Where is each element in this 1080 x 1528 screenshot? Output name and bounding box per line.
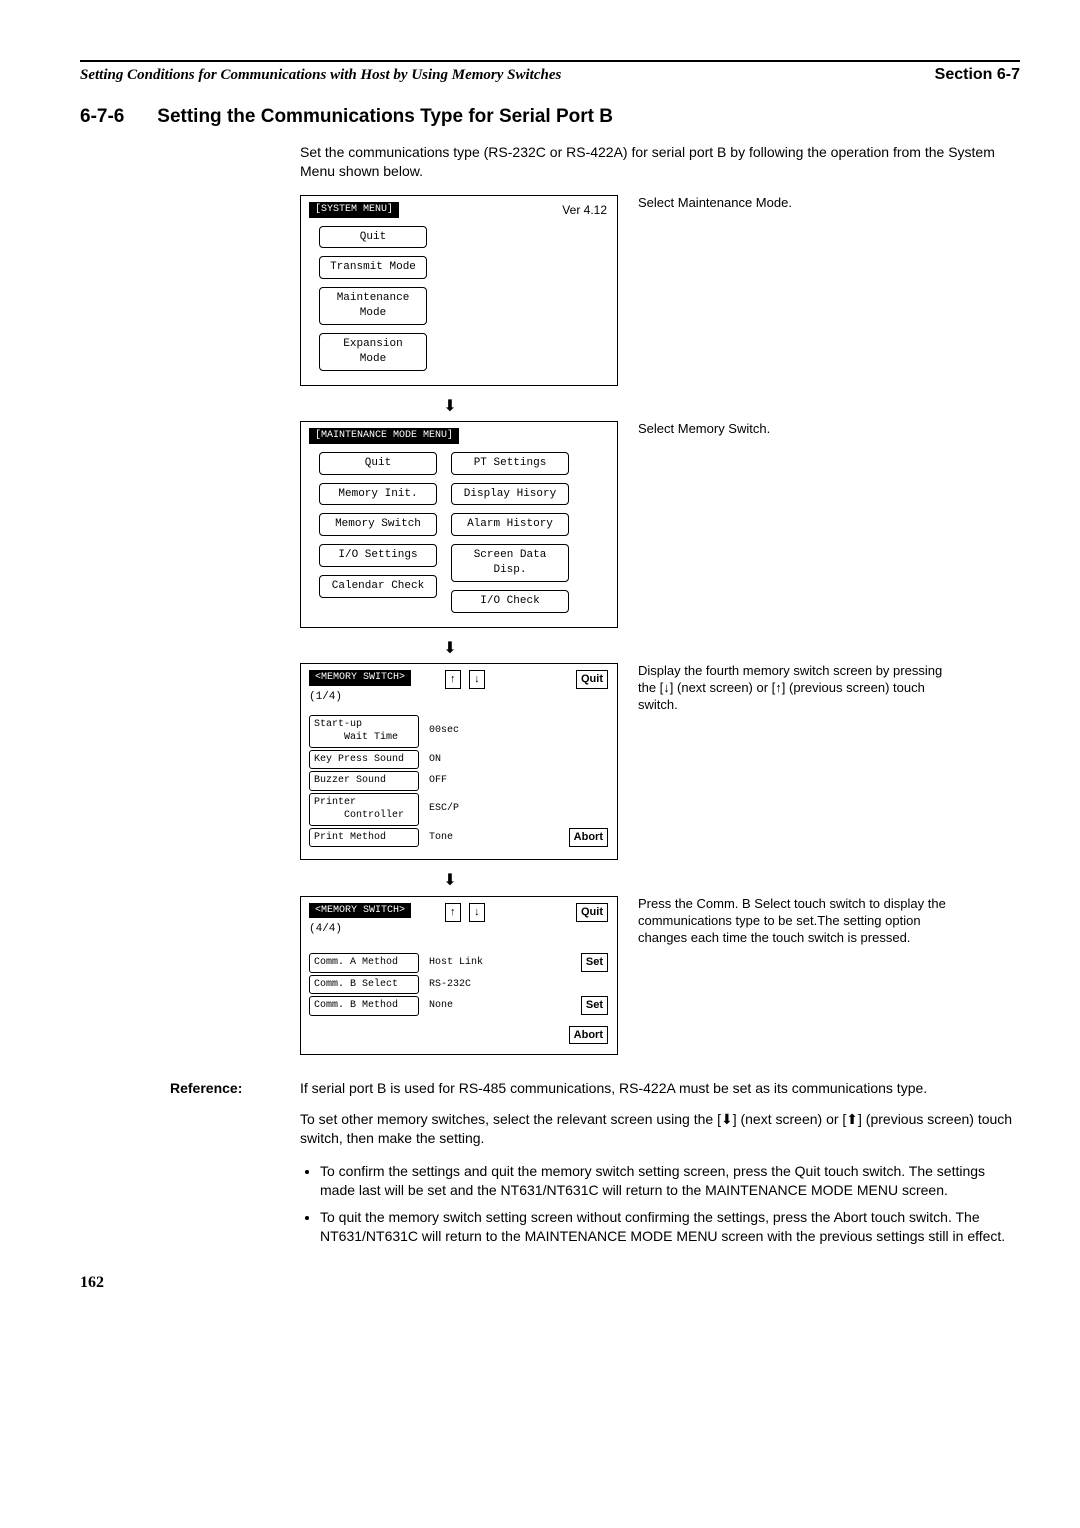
screen-data-disp-button[interactable]: Screen Data Disp. [451,544,569,582]
screen2-title: [MAINTENANCE MODE MENU] [309,428,459,444]
abort-button[interactable]: Abort [569,828,608,847]
header-right: Section 6-7 [935,64,1020,86]
comm-b-select-button[interactable]: Comm. B Select [309,975,419,995]
comm-b-method-button[interactable]: Comm. B Method [309,996,419,1016]
memory-switch-button[interactable]: Memory Switch [319,513,437,536]
comm-b-method-value: None [429,999,453,1013]
start-up-wait-time-label: Start-up Wait Time [309,715,419,748]
maintenance-mode-button[interactable]: Maintenance Mode [319,287,427,325]
io-settings-button[interactable]: I/O Settings [319,544,437,567]
expansion-mode-button[interactable]: Expansion Mode [319,333,427,371]
screen3-page: (1/4) [309,691,342,703]
up-arrow-button[interactable]: ↑ [445,670,461,689]
screen4-caption: Press the Comm. B Select touch switch to… [638,896,958,947]
comm-b-select-value: RS-232C [429,978,471,992]
screen4-title: <MEMORY SWITCH> [309,903,411,919]
memory-init-button[interactable]: Memory Init. [319,483,437,506]
down-arrow-button[interactable]: ↓ [469,670,485,689]
screen1-title: [SYSTEM MENU] [309,202,399,218]
quit-button[interactable]: Quit [576,903,608,922]
start-up-wait-time-value: 00sec [429,724,459,738]
down-arrow-button[interactable]: ↓ [469,903,485,922]
bullet-item: To confirm the settings and quit the mem… [320,1162,1020,1200]
set-button[interactable]: Set [581,996,608,1015]
header-left: Setting Conditions for Communications wi… [80,65,561,85]
pt-settings-button[interactable]: PT Settings [451,452,569,475]
reference-text: If serial port B is used for RS-485 comm… [300,1079,927,1098]
maintenance-mode-menu-screen: [MAINTENANCE MODE MENU] Quit Memory Init… [300,421,618,628]
section-number: 6-7-6 [80,104,152,130]
set-button[interactable]: Set [581,953,608,972]
screen3-caption: Display the fourth memory switch screen … [638,663,958,714]
memory-switch-1-4-screen: <MEMORY SWITCH> (1/4) ↑ ↓ Quit Start-up … [300,663,618,860]
flow-arrow-icon: ⬇ [300,870,600,892]
buzzer-sound-value: OFF [429,774,447,788]
buzzer-sound-button[interactable]: Buzzer Sound [309,771,419,791]
quit-button[interactable]: Quit [319,452,437,475]
screen3-title: <MEMORY SWITCH> [309,670,411,686]
quit-button[interactable]: Quit [576,670,608,689]
system-menu-screen: [SYSTEM MENU] Ver 4.12 Quit Transmit Mod… [300,195,618,386]
printer-controller-label: Printer Controller [309,793,419,826]
transmit-mode-button[interactable]: Transmit Mode [319,256,427,279]
page-number: 162 [80,1272,1020,1294]
section-heading: 6-7-6 Setting the Communications Type fo… [80,104,1020,130]
bullet-item: To quit the memory switch setting screen… [320,1208,1020,1246]
io-check-button[interactable]: I/O Check [451,590,569,613]
printer-controller-value: ESC/P [429,802,459,816]
display-history-button[interactable]: Display Hisory [451,483,569,506]
memory-switch-4-4-screen: <MEMORY SWITCH> (4/4) ↑ ↓ Quit Comm. A M… [300,896,618,1056]
alarm-history-button[interactable]: Alarm History [451,513,569,536]
screen1-caption: Select Maintenance Mode. [638,195,958,212]
print-method-button[interactable]: Print Method [309,828,419,848]
reference-label: Reference: [170,1079,290,1098]
calendar-check-button[interactable]: Calendar Check [319,575,437,598]
up-arrow-button[interactable]: ↑ [445,903,461,922]
key-press-sound-button[interactable]: Key Press Sound [309,750,419,770]
version-label: Ver 4.12 [562,202,607,218]
body-paragraph: To set other memory switches, select the… [300,1110,1020,1148]
key-press-sound-value: ON [429,753,441,767]
section-title-text: Setting the Communications Type for Seri… [157,106,613,127]
abort-button[interactable]: Abort [569,1026,608,1045]
comm-a-method-value: Host Link [429,956,483,970]
intro-paragraph: Set the communications type (RS-232C or … [300,143,1020,181]
print-method-value: Tone [429,831,453,845]
comm-a-method-button[interactable]: Comm. A Method [309,953,419,973]
quit-button[interactable]: Quit [319,226,427,249]
flow-arrow-icon: ⬇ [300,396,600,418]
flow-arrow-icon: ⬇ [300,638,600,660]
running-header: Setting Conditions for Communications wi… [80,64,1020,86]
screen4-page: (4/4) [309,923,342,935]
screen2-caption: Select Memory Switch. [638,421,958,438]
